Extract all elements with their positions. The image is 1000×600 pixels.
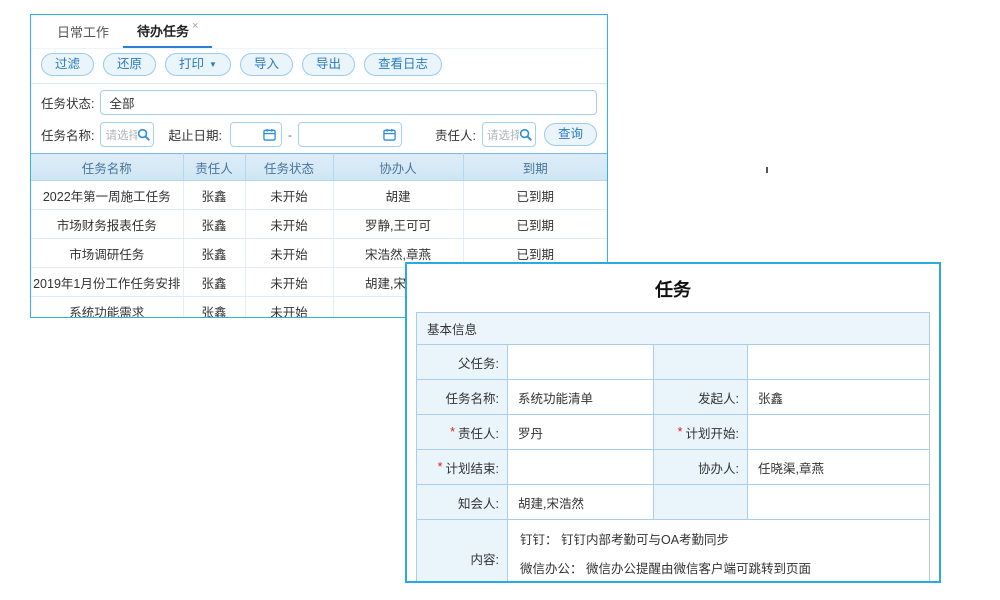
owner-label: 责任人: <box>435 125 476 144</box>
restore-button[interactable]: 还原 <box>103 53 156 76</box>
form-row-parent-task: 父任务: <box>417 345 929 380</box>
content-field[interactable]: 钉钉： 钉钉内部考勤可与OA考勤同步 微信办公： 微信办公提醒由微信客户端可跳转… <box>508 520 929 583</box>
chevron-down-icon: ▼ <box>209 61 217 69</box>
planned-end-field[interactable] <box>508 450 654 484</box>
column-header-collaborator: 协办人 <box>333 154 463 181</box>
collaborator-cell: 胡建 <box>333 181 463 210</box>
empty-value-cell[interactable] <box>748 485 929 519</box>
status-cell: 未开始 <box>245 239 333 268</box>
planned-end-label: * 计划结束: <box>417 450 508 484</box>
task-name-link[interactable]: 2022年第一周施工任务 <box>31 181 183 210</box>
collaborator-label: 协办人: <box>654 450 748 484</box>
close-icon[interactable]: × <box>192 20 198 32</box>
tab-label: 日常工作 <box>57 22 109 41</box>
export-button[interactable]: 导出 <box>302 53 355 76</box>
table-row: 市场财务报表任务 张鑫 未开始 罗静,王可可 已到期 <box>31 210 607 239</box>
import-button[interactable]: 导入 <box>240 53 293 76</box>
task-name-label: 任务名称: <box>417 380 508 414</box>
date-start-input[interactable] <box>230 122 282 147</box>
calendar-icon[interactable] <box>383 128 396 141</box>
owner-link[interactable]: 张鑫 <box>183 181 245 210</box>
task-name-link[interactable]: 市场调研任务 <box>31 239 183 268</box>
date-range-label: 起止日期: <box>168 125 221 144</box>
tab-daily-work[interactable]: 日常工作 <box>43 15 123 48</box>
section-header-basic-info: 基本信息 <box>417 313 929 345</box>
column-header-status: 任务状态 <box>245 154 333 181</box>
tab-label: 待办任务 <box>137 21 189 40</box>
owner-link[interactable]: 张鑫 <box>183 239 245 268</box>
informed-label: 知会人: <box>417 485 508 519</box>
table-header-row: 任务名称 责任人 任务状态 协办人 到期 <box>31 154 607 181</box>
view-log-button[interactable]: 查看日志 <box>364 53 442 76</box>
tab-todo-tasks[interactable]: 待办任务 × <box>123 15 212 48</box>
search-icon[interactable] <box>519 128 532 141</box>
initiator-field[interactable]: 张鑫 <box>748 380 929 414</box>
search-button[interactable]: 查询 <box>544 123 597 146</box>
search-icon[interactable] <box>137 128 150 141</box>
owner-label: * 责任人: <box>417 415 508 449</box>
empty-label-cell <box>654 485 748 519</box>
date-separator: - <box>288 128 292 142</box>
text-cursor-artifact <box>766 167 768 173</box>
task-status-select[interactable]: 全部 <box>100 90 597 115</box>
basic-info-form: 基本信息 父任务: 任务名称: <box>416 312 930 583</box>
empty-label-cell <box>654 345 748 379</box>
tab-bar: 日常工作 待办任务 × <box>31 15 607 49</box>
filter-panel: 任务状态: 全部 任务名称: 请选择 起止日期: <box>31 84 607 153</box>
owner-link[interactable]: 张鑫 <box>183 210 245 239</box>
print-button[interactable]: 打印 ▼ <box>165 53 231 76</box>
form-row-content: 内容: 钉钉： 钉钉内部考勤可与OA考勤同步 微信办公： 微信办公提醒由微信客户… <box>417 520 929 583</box>
parent-task-field[interactable] <box>508 345 654 379</box>
content-line: 微信办公： 微信办公提醒由微信客户端可跳转到页面 <box>520 558 917 577</box>
content-line: 钉钉： 钉钉内部考勤可与OA考勤同步 <box>520 529 917 548</box>
status-cell: 未开始 <box>245 181 333 210</box>
column-header-owner: 责任人 <box>183 154 245 181</box>
form-row-task-name: 任务名称: 系统功能清单 发起人: 张鑫 <box>417 380 929 415</box>
dialog-title: 任务 <box>407 264 939 312</box>
informed-field[interactable]: 胡建,宋浩然 <box>508 485 654 519</box>
collaborator-cell: 罗静,王可可 <box>333 210 463 239</box>
owner-field[interactable]: 罗丹 <box>508 415 654 449</box>
task-name-link[interactable]: 系统功能需求 <box>31 297 183 319</box>
owner-input[interactable]: 请选择 <box>482 122 536 147</box>
due-cell: 已到期 <box>463 210 607 239</box>
table-row: 2022年第一周施工任务 张鑫 未开始 胡建 已到期 <box>31 181 607 210</box>
planned-start-field[interactable] <box>748 415 929 449</box>
task-name-link[interactable]: 2019年1月份工作任务安排 <box>31 268 183 297</box>
form-row-informed: 知会人: 胡建,宋浩然 <box>417 485 929 520</box>
desktop-canvas: 日常工作 待办任务 × 过滤 还原 打印 ▼ 导入 导出 <box>0 0 1000 600</box>
task-name-label: 任务名称: <box>41 125 94 144</box>
planned-start-label: * 计划开始: <box>654 415 748 449</box>
empty-value-cell[interactable] <box>748 345 929 379</box>
owner-link[interactable]: 张鑫 <box>183 297 245 319</box>
parent-task-label: 父任务: <box>417 345 508 379</box>
task-status-label: 任务状态: <box>41 93 94 112</box>
content-label: 内容: <box>417 520 508 583</box>
task-name-input[interactable]: 请选择 <box>100 122 154 147</box>
filter-button[interactable]: 过滤 <box>41 53 94 76</box>
owner-link[interactable]: 张鑫 <box>183 268 245 297</box>
task-name-field[interactable]: 系统功能清单 <box>508 380 654 414</box>
status-cell: 未开始 <box>245 210 333 239</box>
toolbar: 过滤 还原 打印 ▼ 导入 导出 查看日志 <box>31 49 607 84</box>
task-detail-dialog: 任务 基本信息 父任务: <box>405 262 941 583</box>
form-row-planned-end: * 计划结束: 协办人: 任晓渠,章燕 <box>417 450 929 485</box>
initiator-label: 发起人: <box>654 380 748 414</box>
status-cell: 未开始 <box>245 297 333 319</box>
date-end-input[interactable] <box>298 122 402 147</box>
task-name-link[interactable]: 市场财务报表任务 <box>31 210 183 239</box>
collaborator-field[interactable]: 任晓渠,章燕 <box>748 450 929 484</box>
form-row-owner: * 责任人: 罗丹 * 计划开始: <box>417 415 929 450</box>
due-cell: 已到期 <box>463 181 607 210</box>
status-cell: 未开始 <box>245 268 333 297</box>
calendar-icon[interactable] <box>263 128 276 141</box>
column-header-due: 到期 <box>463 154 607 181</box>
column-header-task-name: 任务名称 <box>31 154 183 181</box>
